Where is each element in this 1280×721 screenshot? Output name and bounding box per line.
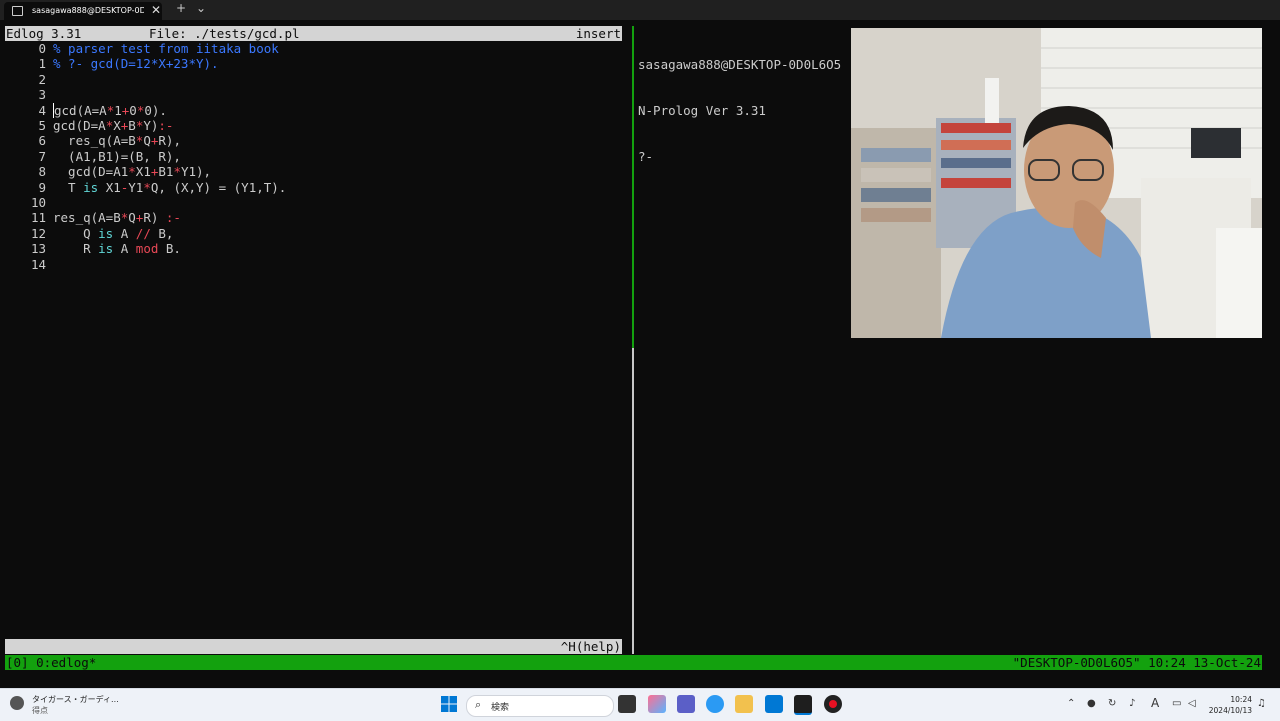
terminal-area[interactable]: Edlog 3.31 File: ./tests/gcd.pl insert 0… (0, 20, 1280, 688)
line-number: 11 (30, 210, 46, 226)
search-icon: ⌕ (475, 698, 482, 711)
code-line[interactable]: % parser test from iitaka book (53, 41, 279, 56)
line-number: 2 (38, 71, 46, 87)
close-tab-icon[interactable]: ✕ (151, 3, 161, 17)
search-label: 検索 (491, 703, 510, 713)
edge-icon[interactable] (706, 695, 724, 713)
repl-version: N-Prolog Ver 3.31 (638, 103, 766, 119)
webcam-image (851, 28, 1262, 338)
record-icon[interactable] (824, 695, 842, 713)
code-line[interactable]: gcd(D=A*X+B*Y):- (53, 118, 173, 133)
repl-prompt[interactable]: ?- (638, 149, 841, 164)
clock-time: 10:24 (1230, 695, 1252, 704)
line-number: 10 (30, 195, 46, 210)
code-line[interactable]: Q is A // B, (53, 226, 173, 241)
new-tab-button[interactable]: + (176, 1, 186, 15)
search-box[interactable]: ⌕ 検索 (466, 695, 614, 717)
editor-header: Edlog 3.31 File: ./tests/gcd.pl insert (5, 26, 622, 41)
task-view-icon[interactable] (618, 695, 636, 713)
code-line[interactable]: (A1,B1)=(B, R), (53, 149, 181, 164)
code-line[interactable]: % ?- gcd(D=12*X+23*Y). (53, 56, 219, 71)
line-number: 13 (30, 241, 46, 257)
line-number: 3 (38, 87, 46, 103)
taskbar: タイガース・ガーディ... 得点 ⌕ 検索 ⌃ ● ↻ ♪ A ▭ ◁ 10:2… (0, 688, 1280, 721)
terminal-icon (12, 6, 23, 16)
tmux-host-time: "DESKTOP-0D0L6O5" 10:24 13-Oct-24 (1012, 655, 1261, 670)
weather-widget-title[interactable]: タイガース・ガーディ... (32, 694, 119, 705)
code-line[interactable]: T is X1-Y1*Q, (X,Y) = (Y1,T). (53, 180, 286, 195)
editor-file-label: File: ./tests/gcd.pl (149, 26, 300, 41)
webcam-overlay (851, 28, 1262, 338)
line-number: 5 (38, 118, 46, 133)
clock-date: 2024/10/13 (1208, 706, 1252, 715)
tmux-window-list[interactable]: [0] 0:edlog* (6, 655, 96, 670)
line-number: 6 (38, 133, 46, 149)
notification-bell-icon[interactable]: ♫ (1257, 698, 1266, 709)
code-line[interactable]: res_q(A=B*Q+R) :- (53, 210, 181, 225)
tray-app-icon[interactable]: ● (1087, 698, 1096, 709)
file-explorer-icon[interactable] (735, 695, 753, 713)
teams-icon[interactable] (677, 695, 695, 713)
editor-app-name: Edlog 3.31 (6, 26, 82, 41)
windows-start-icon[interactable] (440, 695, 458, 713)
ime-indicator[interactable]: A (1151, 696, 1159, 710)
help-hint: ^H(help) (560, 639, 621, 654)
pane-divider[interactable] (632, 26, 634, 654)
editor-footer: ^H(help) (5, 639, 622, 654)
code-line[interactable]: R is A mod B. (53, 241, 181, 256)
tab-dropdown-button[interactable]: ⌄ (196, 1, 206, 15)
line-number: 1 (38, 56, 46, 72)
terminal-tab[interactable]: sasagawa888@DESKTOP-0D0I ✕ (4, 2, 162, 20)
tray-chevron-icon[interactable]: ⌃ (1067, 698, 1075, 709)
tab-title: sasagawa888@DESKTOP-0D0I (32, 6, 144, 15)
weather-widget-sub: 得点 (32, 706, 48, 715)
network-icon[interactable]: ▭ (1172, 698, 1181, 709)
weather-widget-icon[interactable] (10, 696, 24, 710)
code-line[interactable]: gcd(D=A1*X1+B1*Y1), (53, 164, 211, 179)
prolog-repl-pane[interactable]: sasagawa888@DESKTOP-0D0L6O5 N-Prolog Ver… (638, 26, 841, 195)
tray-sync-icon[interactable]: ↻ (1108, 698, 1116, 709)
line-number: 14 (30, 256, 46, 272)
line-number: 0 (38, 41, 46, 56)
editor-mode: insert (575, 26, 621, 41)
line-number: 7 (38, 148, 46, 164)
copilot-icon[interactable] (648, 695, 666, 713)
terminal-taskbar-icon[interactable] (794, 695, 812, 715)
window-titlebar: sasagawa888@DESKTOP-0D0I ✕ + ⌄ (0, 0, 1280, 20)
code-line[interactable]: gcd(A=A*1+0*0). (53, 102, 167, 118)
editor-buffer[interactable]: 0 % parser test from iitaka book 1 % ?- … (0, 41, 286, 673)
repl-prompt-host: sasagawa888@DESKTOP-0D0L6O5 (638, 56, 842, 72)
code-line[interactable]: res_q(A=B*Q+R), (53, 133, 181, 148)
mail-icon[interactable] (765, 695, 783, 713)
line-number: 9 (38, 179, 46, 195)
tmux-status-bar: [0] 0:edlog* "DESKTOP-0D0L6O5" 10:24 13-… (5, 655, 1262, 670)
line-number: 4 (38, 102, 46, 118)
line-number: 12 (30, 225, 46, 241)
line-number: 8 (38, 164, 46, 180)
clock[interactable]: 10:24 2024/10/13 (1206, 694, 1252, 716)
active-pane-indicator (632, 26, 634, 348)
microphone-icon[interactable]: ♪ (1129, 698, 1135, 709)
volume-icon[interactable]: ◁ (1188, 698, 1196, 709)
